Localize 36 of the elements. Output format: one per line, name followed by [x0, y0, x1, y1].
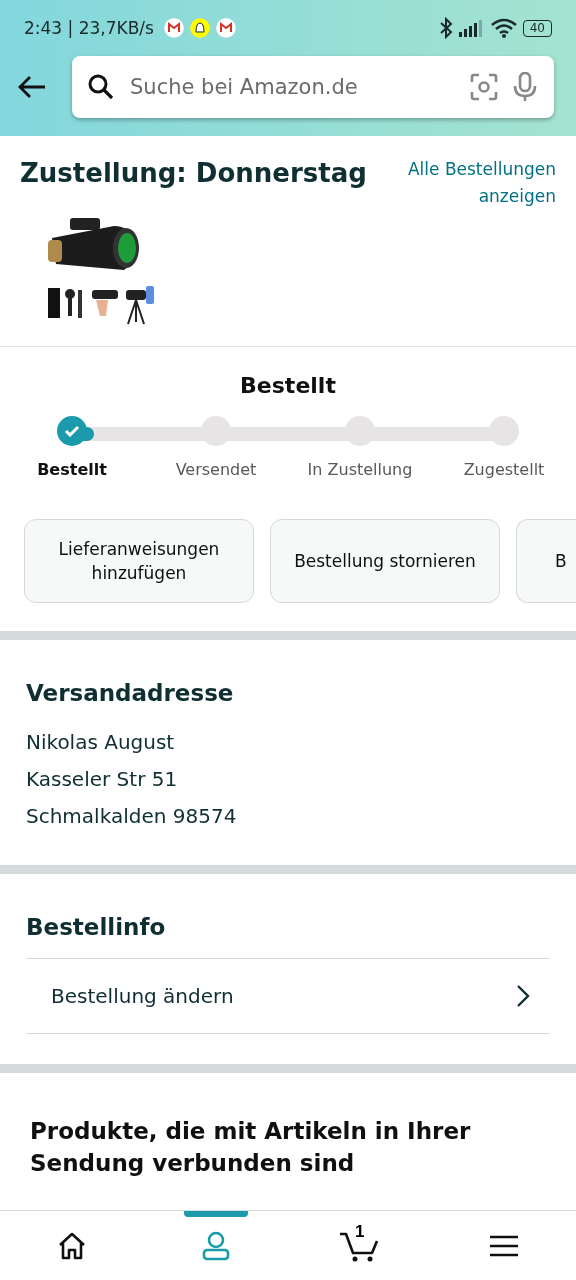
- chevron-right-icon: [516, 984, 530, 1008]
- step-label: Zugestellt: [463, 460, 545, 479]
- menu-icon: [490, 1235, 518, 1257]
- ghost-icon: [189, 18, 210, 38]
- delivery-title: Zustellung: Donnerstag: [20, 158, 367, 188]
- signal-icon: [458, 19, 485, 37]
- search-icon: [88, 74, 114, 100]
- address-line: Nikolas August: [26, 729, 176, 756]
- action-button[interactable]: Lieferanweisungen hinzufügen: [24, 519, 254, 603]
- step-label: In Zustellung: [307, 460, 413, 479]
- search-field[interactable]: Suche bei Amazon.de: [128, 74, 456, 100]
- status-title: Bestellt: [239, 373, 337, 398]
- home-icon: [57, 1232, 87, 1260]
- section-title: Bestellinfo: [26, 914, 167, 940]
- search-bar[interactable]: Suche bei Amazon.de: [72, 56, 554, 118]
- wifi-icon: [490, 18, 517, 38]
- list-item[interactable]: Bestellung ändern: [26, 958, 550, 1034]
- microphone-icon[interactable]: [512, 72, 538, 102]
- address-line: Kasseler Str 51: [26, 766, 179, 793]
- battery-icon: 40: [522, 19, 552, 37]
- action-button[interactable]: Bestellung stornieren: [270, 519, 500, 603]
- action-button[interactable]: B: [516, 519, 576, 603]
- status-time: 2:43 | 23,7KB/s: [24, 18, 154, 38]
- nav-tab[interactable]: 1: [288, 1211, 432, 1280]
- address-line: Schmalkalden 98574: [26, 803, 238, 830]
- mail-icon: [163, 18, 184, 38]
- cart-count: 1: [355, 1222, 365, 1242]
- bluetooth-icon: [438, 17, 453, 39]
- person-icon: [201, 1231, 231, 1261]
- step-label: Versendet: [175, 460, 257, 479]
- all-orders-link[interactable]: Alle Bestellungen anzeigen: [376, 156, 556, 210]
- section-title: Versandadresse: [26, 680, 235, 706]
- step-label: Bestellt: [37, 460, 107, 479]
- section-title: Produkte, die mit Artikeln in Ihrer Sendung verbunden sind: [30, 1117, 472, 1178]
- mail-icon: [215, 18, 236, 38]
- camera-scan-icon[interactable]: [470, 73, 498, 101]
